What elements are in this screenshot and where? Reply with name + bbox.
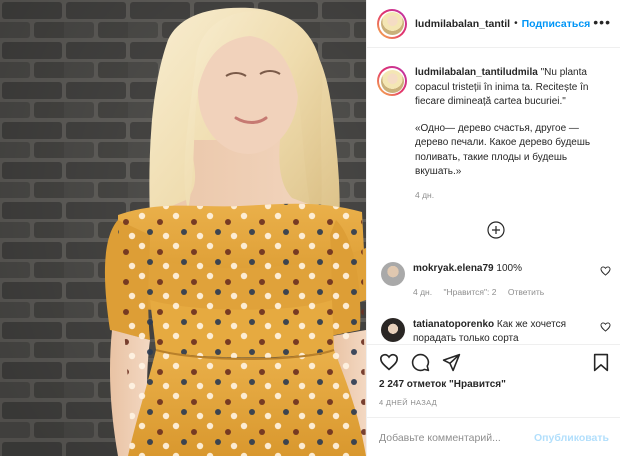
photo-image: [0, 0, 366, 456]
heart-icon[interactable]: [600, 266, 611, 276]
post-side-panel: ludmilabalan_tantil • Подписаться ••• lu…: [366, 0, 620, 456]
commenter-avatar[interactable]: [381, 318, 405, 342]
comment-input[interactable]: [379, 431, 535, 444]
caption-avatar[interactable]: [377, 66, 407, 96]
post-actions: 2 247 отметок "Нравится" 4 ДНЕЙ НАЗАД Оп…: [367, 344, 620, 446]
comment-text: 100%: [496, 263, 522, 274]
post-header: ludmilabalan_tantil • Подписаться •••: [367, 0, 620, 48]
post-date: 4 ДНЕЙ НАЗАД: [379, 398, 438, 407]
post-photo[interactable]: [0, 0, 366, 456]
comment-username[interactable]: mokryak.elena79: [413, 263, 494, 274]
publish-button[interactable]: Опубликовать: [534, 432, 609, 444]
heart-icon[interactable]: [600, 322, 611, 332]
separator-dot: •: [514, 18, 518, 29]
comment-item: mokryak.elena79 100% 4 дн. "Нравится": 2…: [381, 262, 613, 299]
caption-text-ru: «Одно— дерево счастья, другое — дерево п…: [415, 122, 591, 178]
comment-icon[interactable]: [411, 353, 430, 372]
share-icon[interactable]: [442, 353, 461, 372]
add-comment-bar: Опубликовать: [367, 417, 620, 456]
commenter-avatar[interactable]: [381, 262, 405, 286]
caption-text: ludmilabalan_tantiludmila "Nu planta cop…: [415, 66, 613, 202]
comment-clip: tatianatoporenko Как же хочется порадать…: [381, 314, 613, 344]
caption-username[interactable]: ludmilabalan_tantiludmila: [415, 67, 538, 78]
post-caption: ludmilabalan_tantiludmila "Nu planta cop…: [377, 66, 615, 202]
author-avatar[interactable]: [377, 8, 407, 39]
comment-item: tatianatoporenko Как же хочется порадать…: [381, 318, 613, 344]
comment-time[interactable]: 4 дн.: [413, 287, 432, 297]
caption-time[interactable]: 4 дн.: [415, 188, 613, 203]
likes-count[interactable]: 2 247 отметок "Нравится": [379, 379, 506, 390]
comment-likes[interactable]: "Нравится": 2: [443, 287, 496, 297]
like-heart-icon[interactable]: [379, 353, 399, 371]
reply-button[interactable]: Ответить: [508, 287, 544, 297]
more-icon[interactable]: •••: [593, 15, 611, 29]
plus-circle-icon[interactable]: [487, 221, 505, 239]
follow-button[interactable]: Подписаться: [522, 18, 591, 30]
comment-username[interactable]: tatianatoporenko: [413, 319, 494, 330]
bookmark-icon[interactable]: [593, 353, 609, 372]
author-username[interactable]: ludmilabalan_tantil: [415, 18, 510, 30]
